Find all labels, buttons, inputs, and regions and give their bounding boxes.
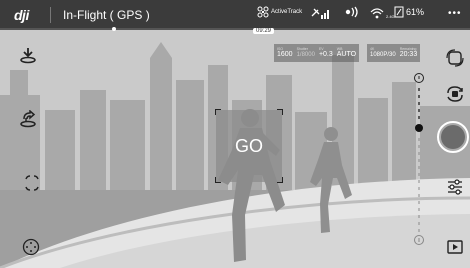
battery-icon xyxy=(394,6,404,18)
camera-mode-icon xyxy=(446,49,464,67)
play-icon xyxy=(447,240,463,254)
record-shutter-button[interactable] xyxy=(437,121,469,153)
remaining-setting: Remaining 20:33 xyxy=(399,47,418,59)
camera-settings-button[interactable] xyxy=(444,176,466,198)
playback-button[interactable] xyxy=(444,236,466,258)
resolution-value: 1080P/30 xyxy=(370,51,396,58)
corner-marker xyxy=(215,109,221,115)
switch-photo-video-button[interactable] xyxy=(444,83,466,105)
camera-exposure-panel[interactable]: ISO 1600 Shutter 1/8000 EV +0.3 WB AUTO xyxy=(274,44,360,62)
ev-setting: EV +0.3 xyxy=(318,47,333,59)
corner-marker xyxy=(277,109,283,115)
wifi-icon xyxy=(370,7,384,18)
battery-percent: 61% xyxy=(406,7,425,17)
corner-marker xyxy=(215,177,221,183)
return-home-icon xyxy=(20,110,36,128)
more-icon: ••• xyxy=(448,8,462,19)
divider xyxy=(50,7,51,23)
sliders-icon xyxy=(448,179,462,195)
resolution-setting: 4K 1080P/30 xyxy=(370,47,396,59)
active-track-status[interactable]: ActiveTrack xyxy=(257,6,302,18)
battery-status[interactable]: 61% xyxy=(394,6,424,18)
more-menu-button[interactable]: ••• xyxy=(448,8,462,19)
return-home-button[interactable] xyxy=(17,108,39,130)
camera-mode-button[interactable] xyxy=(444,47,466,69)
takeoff-button[interactable] xyxy=(17,44,39,66)
drone-icon xyxy=(257,6,269,18)
go-button[interactable]: GO xyxy=(216,136,282,157)
wb-setting: WB AUTO xyxy=(336,47,357,59)
dji-logo: dji xyxy=(14,7,29,23)
iso-value: 1600 xyxy=(277,50,293,58)
remaining-value: 20:33 xyxy=(399,50,418,58)
switch-camera-icon xyxy=(447,86,463,102)
satellite-status[interactable] xyxy=(310,6,330,20)
progress-indicator xyxy=(112,27,116,31)
rc-signal-status[interactable] xyxy=(345,6,361,18)
map-button[interactable] xyxy=(20,236,42,258)
wifi-status[interactable]: 2.4G xyxy=(370,6,395,19)
ev-value: +0.3 xyxy=(318,50,333,58)
wb-value: AUTO xyxy=(336,50,357,58)
corner-marker xyxy=(277,177,283,183)
iso-setting: ISO 1600 xyxy=(277,47,293,59)
shutter-setting: Shutter 1/8000 xyxy=(296,47,315,59)
rc-signal-icon xyxy=(345,6,358,18)
flight-mode-label[interactable]: In-Flight ( GPS ) xyxy=(63,8,150,22)
shutter-value: 1/8000 xyxy=(296,51,315,58)
takeoff-icon xyxy=(20,48,36,64)
active-track-label: ActiveTrack xyxy=(271,9,303,15)
focus-bracket-icon xyxy=(25,175,39,191)
flight-progress-bar xyxy=(0,28,470,30)
satellite-icon xyxy=(311,8,329,19)
top-status-bar: dji In-Flight ( GPS ) 09:29 ActiveTrack xyxy=(0,0,470,34)
shutter-inner-circle xyxy=(441,125,465,149)
compass-icon xyxy=(22,238,40,256)
intelligent-mode-button[interactable] xyxy=(21,172,43,194)
gimbal-slider-track xyxy=(414,73,424,245)
gimbal-slider-knob xyxy=(415,124,423,132)
tracking-target-box[interactable]: GO xyxy=(215,109,283,183)
flight-time: 09:29 xyxy=(253,28,275,34)
recording-info-panel[interactable]: 4K 1080P/30 Remaining 20:33 xyxy=(367,44,421,62)
